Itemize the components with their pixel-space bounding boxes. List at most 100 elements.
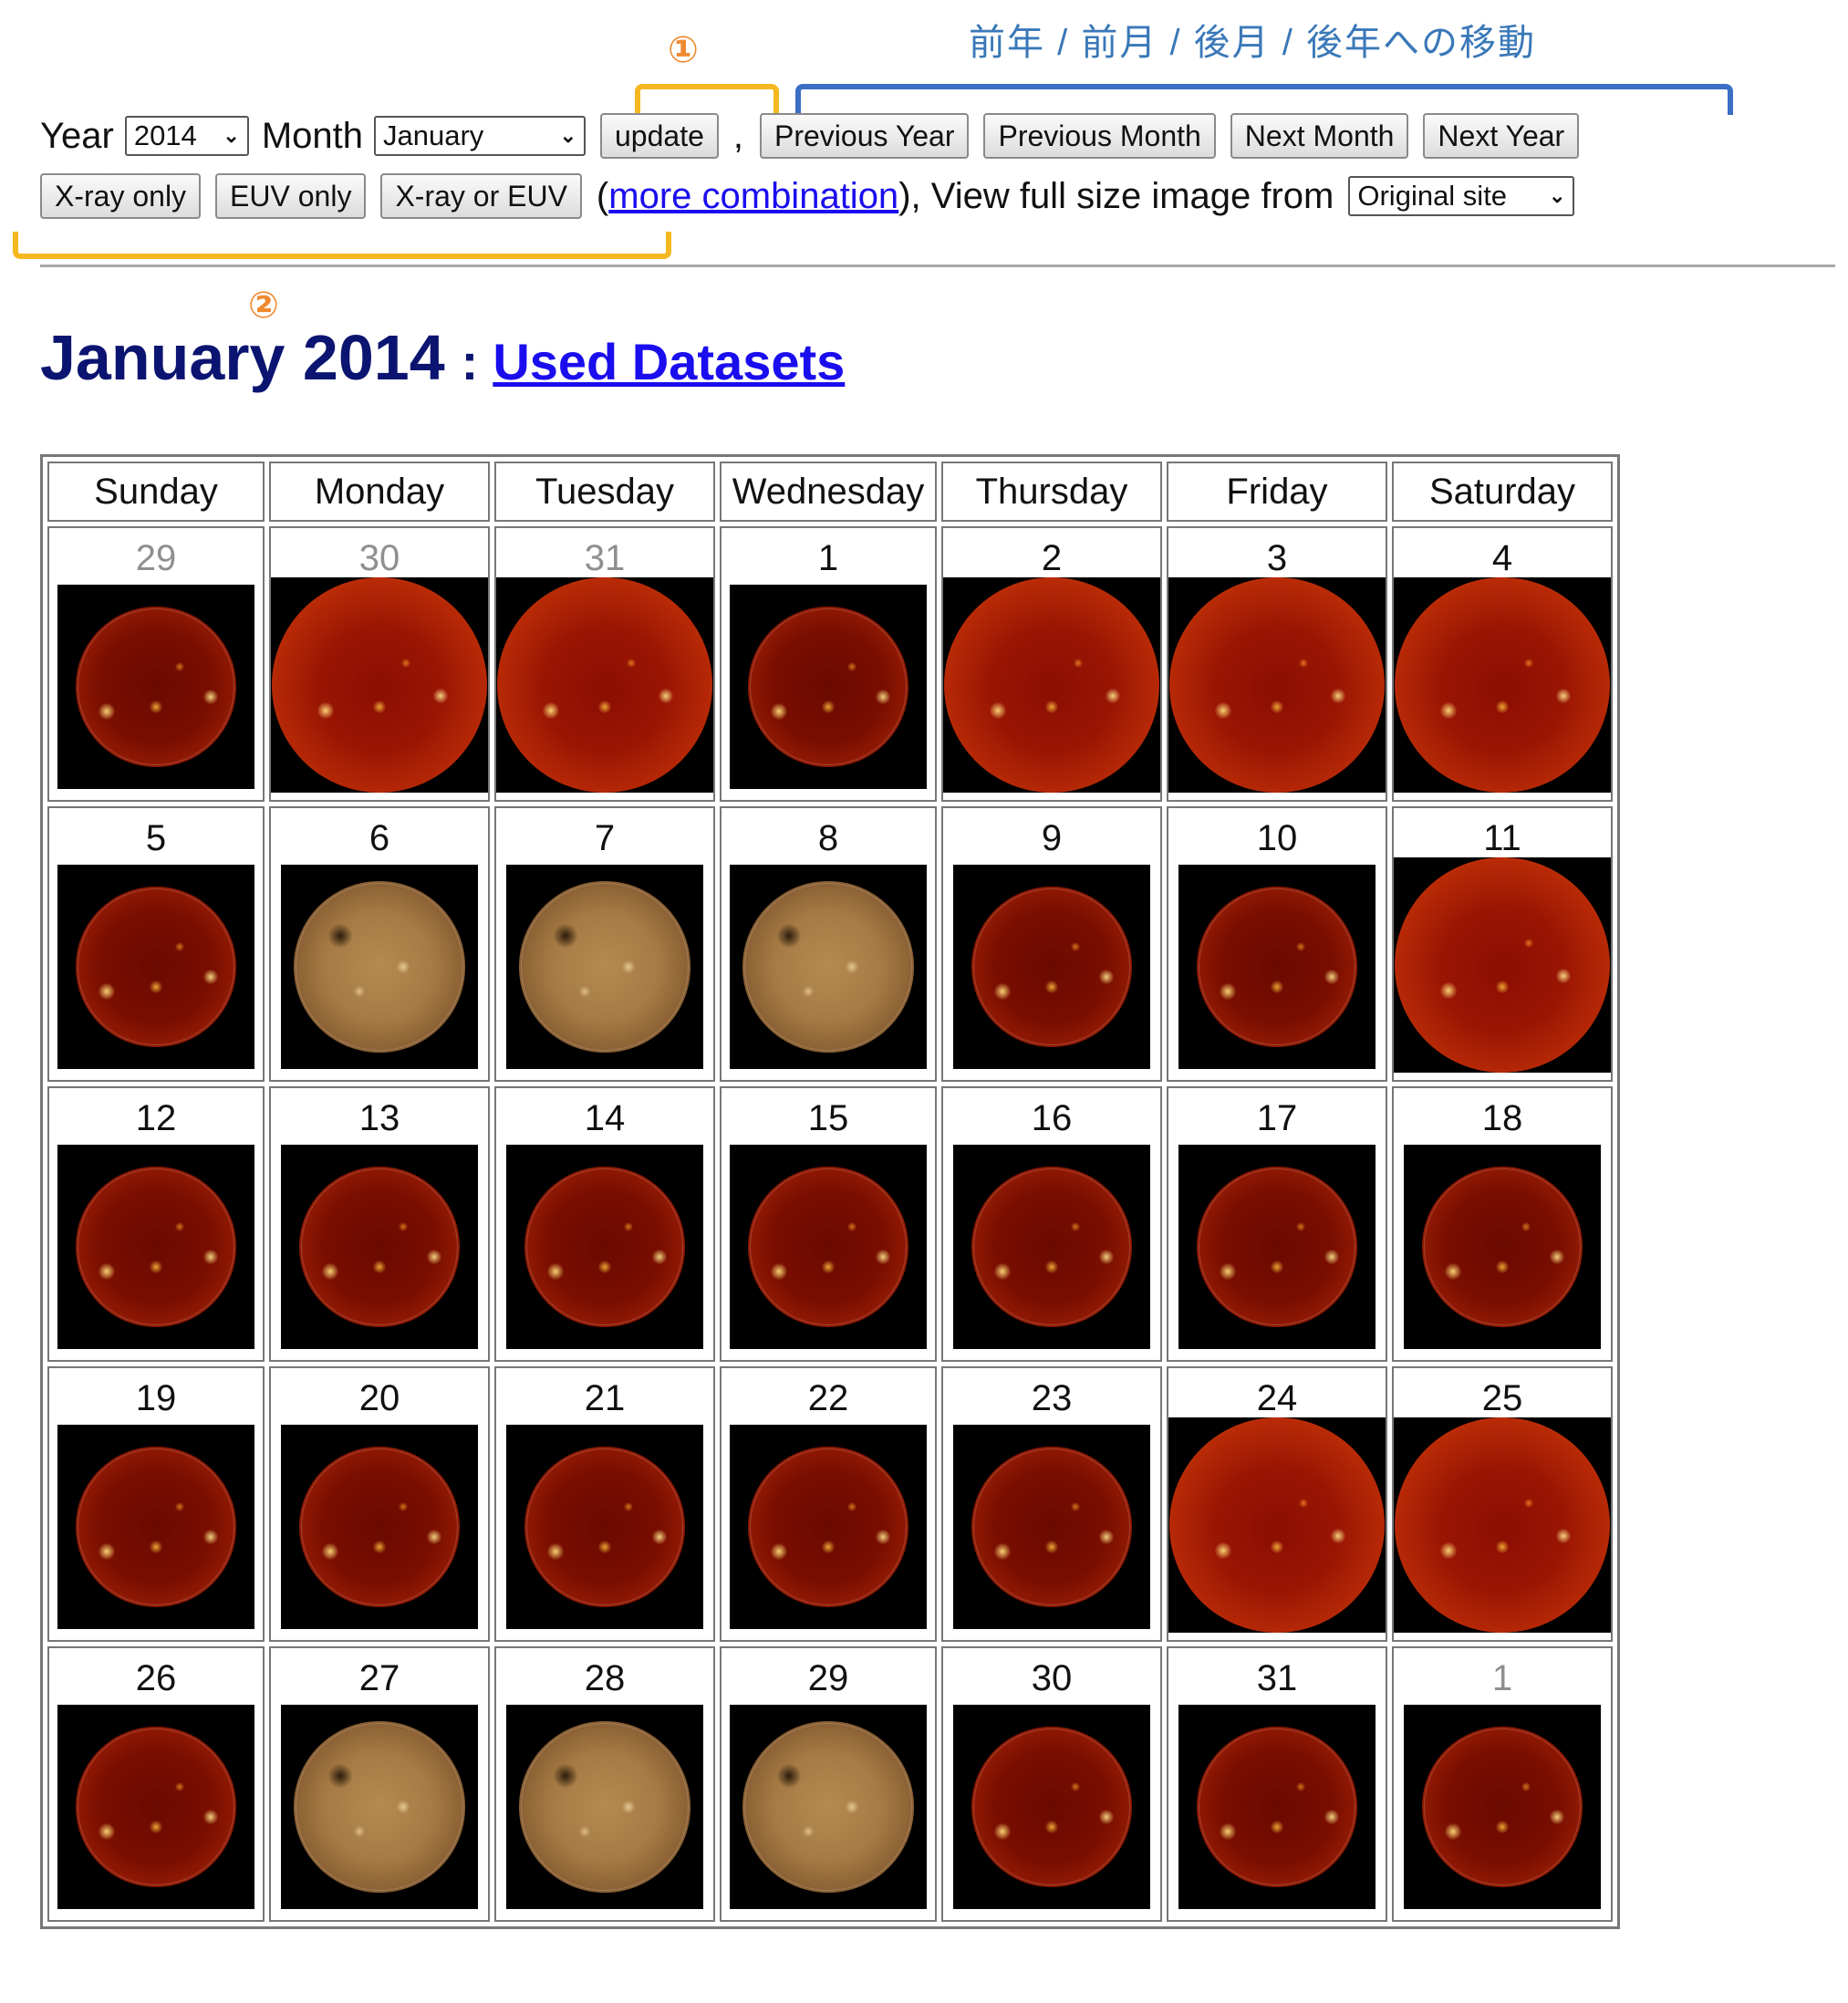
xray-sun-image[interactable] xyxy=(1168,577,1386,793)
active-region xyxy=(317,702,334,720)
xray-sun-image[interactable] xyxy=(57,1145,254,1349)
solar-disk xyxy=(1169,577,1385,793)
image-source-select[interactable]: Original site ⌄ xyxy=(1348,176,1575,216)
xray-sun-image[interactable] xyxy=(57,865,254,1069)
xray-sun-image[interactable] xyxy=(730,1145,927,1349)
xray-sun-image[interactable] xyxy=(1178,1145,1376,1349)
coordinate-grid xyxy=(973,1448,1130,1605)
calendar-week-row: 26 27 28 29 30 31 1 xyxy=(47,1646,1613,1922)
month-label: Month xyxy=(261,115,363,156)
xray-sun-image[interactable] xyxy=(1394,857,1611,1073)
year-select[interactable]: 2014 ⌄ xyxy=(124,116,249,156)
update-button[interactable]: update xyxy=(600,113,719,159)
calendar-day-cell: 31 xyxy=(1167,1646,1387,1922)
calendar-day-cell: 7 xyxy=(494,806,715,1082)
xray-sun-image[interactable] xyxy=(506,1145,703,1349)
xray-sun-image[interactable] xyxy=(1178,1705,1376,1909)
xray-sun-image[interactable] xyxy=(57,1705,254,1909)
active-region xyxy=(547,1542,564,1560)
active-region xyxy=(99,1542,115,1560)
calendar-week-row: 29 30 31 1 2 3 4 xyxy=(47,526,1613,802)
day-number: 28 xyxy=(584,1658,626,1698)
xray-sun-image[interactable] xyxy=(730,585,927,789)
day-number: 6 xyxy=(369,818,390,858)
coordinate-grid xyxy=(750,608,907,765)
calendar-day-cell: 15 xyxy=(720,1086,937,1362)
heading-separator: : xyxy=(461,333,479,390)
day-number: 27 xyxy=(358,1658,400,1698)
active-region xyxy=(1220,982,1236,1000)
xray-sun-image[interactable] xyxy=(57,585,254,789)
day-number: 30 xyxy=(1031,1658,1073,1698)
divider xyxy=(40,265,1835,267)
xray-sun-image[interactable] xyxy=(1404,1145,1601,1349)
calendar-day-cell: 22 xyxy=(720,1366,937,1642)
xray-sun-image[interactable] xyxy=(953,1425,1150,1629)
next-month-button[interactable]: Next Month xyxy=(1230,113,1409,159)
calendar-week-row: 5 6 7 8 9 10 11 xyxy=(47,806,1613,1082)
previous-month-button[interactable]: Previous Month xyxy=(983,113,1216,159)
previous-year-button[interactable]: Previous Year xyxy=(760,113,970,159)
euv-only-button[interactable]: EUV only xyxy=(215,173,367,219)
active-region xyxy=(174,941,184,951)
coordinate-grid xyxy=(750,1448,907,1605)
xray-sun-image[interactable] xyxy=(953,1705,1150,1909)
weekday-header-row: Sunday Monday Tuesday Wednesday Thursday… xyxy=(47,462,1613,522)
euv-sun-image[interactable] xyxy=(730,865,927,1069)
active-region xyxy=(174,661,184,671)
calendar-day-cell: 23 xyxy=(941,1366,1162,1642)
day-number: 13 xyxy=(358,1098,400,1138)
next-year-button[interactable]: Next Year xyxy=(1423,113,1580,159)
day-number: 2 xyxy=(1041,538,1063,578)
day-number: 1 xyxy=(817,538,839,578)
xray-sun-image[interactable] xyxy=(730,1425,927,1629)
used-datasets-link[interactable]: Used Datasets xyxy=(493,332,845,391)
xray-sun-image[interactable] xyxy=(506,1425,703,1629)
day-number: 22 xyxy=(807,1378,849,1418)
active-region xyxy=(327,1764,352,1789)
active-region xyxy=(547,1262,564,1280)
xray-sun-image[interactable] xyxy=(1394,1417,1611,1633)
coordinate-grid xyxy=(78,1448,234,1605)
xray-sun-image[interactable] xyxy=(271,577,488,793)
coordinate-grid xyxy=(1199,1728,1355,1885)
xray-sun-image[interactable] xyxy=(1168,1417,1386,1633)
xray-sun-image[interactable] xyxy=(953,1145,1150,1349)
day-number: 29 xyxy=(807,1658,849,1698)
day-number: 10 xyxy=(1256,818,1298,858)
day-number: 31 xyxy=(584,538,626,578)
active-region xyxy=(1523,939,1533,949)
xray-sun-image[interactable] xyxy=(57,1425,254,1629)
active-region xyxy=(1214,1542,1231,1560)
xray-sun-image[interactable] xyxy=(281,1425,478,1629)
day-number: 21 xyxy=(584,1378,626,1418)
day-number: 26 xyxy=(135,1658,177,1698)
euv-sun-image[interactable] xyxy=(730,1705,927,1909)
xray-or-euv-button[interactable]: X-ray or EUV xyxy=(380,173,582,219)
xray-sun-image[interactable] xyxy=(953,865,1150,1069)
xray-sun-image[interactable] xyxy=(1404,1705,1601,1909)
xray-sun-image[interactable] xyxy=(1178,865,1376,1069)
xray-sun-image[interactable] xyxy=(281,1145,478,1349)
euv-sun-image[interactable] xyxy=(281,1705,478,1909)
euv-sun-image[interactable] xyxy=(506,865,703,1069)
active-region xyxy=(1555,1528,1571,1543)
euv-sun-image[interactable] xyxy=(506,1705,703,1909)
euv-sun-image[interactable] xyxy=(281,865,478,1069)
xray-only-button[interactable]: X-ray only xyxy=(40,173,202,219)
day-number: 23 xyxy=(1031,1378,1073,1418)
active-region xyxy=(994,1822,1011,1840)
calendar-day-cell: 25 xyxy=(1392,1366,1613,1642)
active-region xyxy=(994,982,1011,1000)
chevron-down-icon: ⌄ xyxy=(559,124,576,147)
xray-sun-image[interactable] xyxy=(943,577,1160,793)
month-select[interactable]: January ⌄ xyxy=(374,116,586,156)
more-combination-link[interactable]: more combination xyxy=(608,176,898,217)
xray-sun-image[interactable] xyxy=(1394,577,1611,793)
calendar-week-row: 12 13 14 15 16 17 18 xyxy=(47,1086,1613,1362)
xray-sun-image[interactable] xyxy=(496,577,713,793)
active-region xyxy=(1330,1528,1345,1543)
active-region xyxy=(1521,1221,1531,1231)
day-number: 4 xyxy=(1491,538,1513,578)
active-region xyxy=(553,1764,577,1789)
